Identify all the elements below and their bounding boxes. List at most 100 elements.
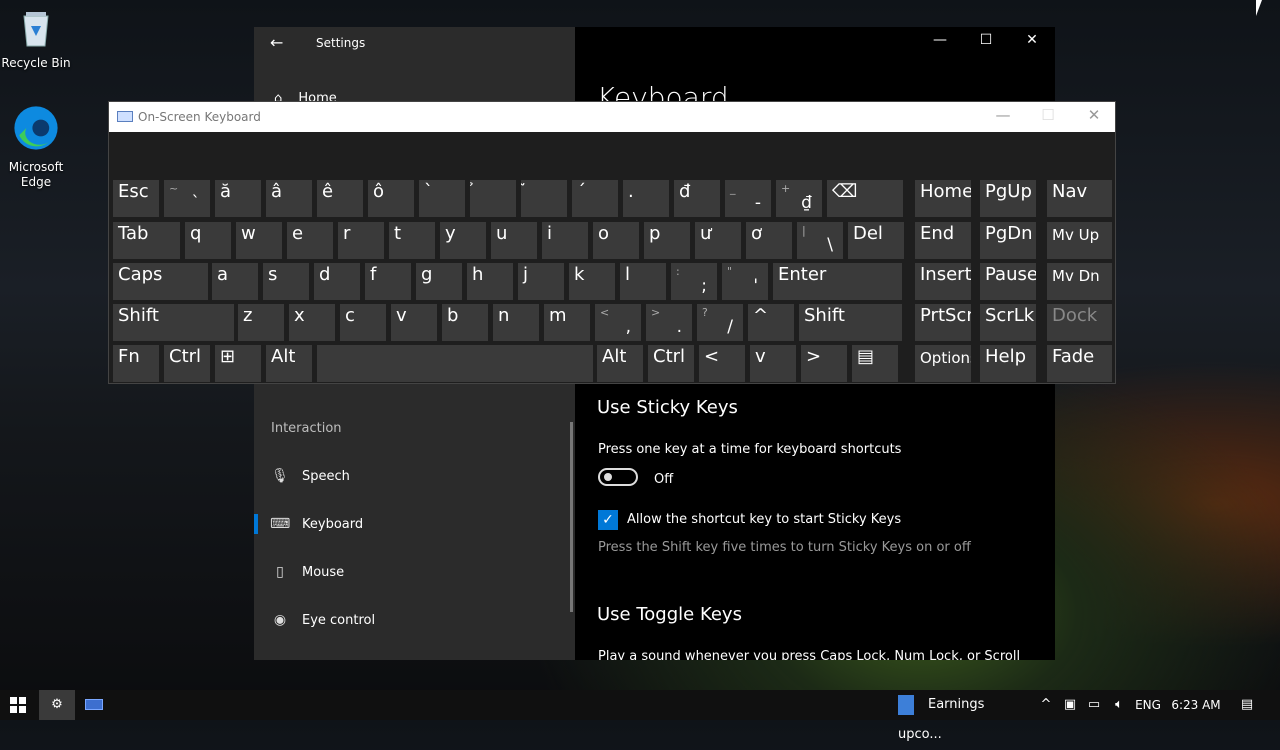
osk-key[interactable]: ScrLk [980, 304, 1036, 341]
osk-key[interactable]: e [287, 222, 333, 259]
osk-key[interactable]: Help [980, 345, 1036, 382]
osk-key[interactable]: ơ [746, 222, 792, 259]
osk-key[interactable]: h [467, 263, 513, 300]
maximize-icon[interactable]: ☐ [974, 32, 998, 48]
osk-key[interactable]: Pause [980, 263, 1036, 300]
osk-key[interactable]: ^ [748, 304, 794, 341]
osk-key[interactable]: PgDn [980, 222, 1036, 259]
minimize-icon[interactable]: — [993, 106, 1013, 124]
news-widget[interactable]: Earnings upco... [898, 690, 1030, 742]
osk-key[interactable]: â [266, 180, 312, 217]
osk-key[interactable]: Alt [597, 345, 643, 382]
osk-key[interactable]: Del [848, 222, 904, 259]
osk-key[interactable]: i [542, 222, 588, 259]
osk-key[interactable]: d [314, 263, 360, 300]
osk-key[interactable]: Caps [113, 263, 208, 300]
osk-key[interactable]: Fn [113, 345, 159, 382]
sidebar-item-eye-control[interactable]: ◉ Eye control [254, 598, 575, 642]
osk-key[interactable]: z [238, 304, 284, 341]
osk-key[interactable]: Ctrl [648, 345, 694, 382]
chevron-up-icon[interactable]: ^ [1036, 690, 1056, 720]
sticky-shortcut-checkbox[interactable]: ✓ [598, 510, 618, 530]
osk-key[interactable]: Esc [113, 180, 159, 217]
osk-key[interactable] [317, 345, 593, 382]
osk-key[interactable]: | \ [797, 222, 843, 259]
osk-key[interactable]: Tab [113, 222, 180, 259]
osk-key[interactable]: " ' [722, 263, 768, 300]
close-icon[interactable]: ✕ [1020, 32, 1044, 48]
osk-key[interactable]: ´ [572, 180, 618, 217]
taskbar-settings-button[interactable]: ⚙ [39, 690, 75, 720]
osk-key[interactable]: f [365, 263, 411, 300]
osk-key[interactable]: w [236, 222, 282, 259]
osk-key[interactable]: ` [419, 180, 465, 217]
taskbar-osk-button[interactable] [76, 690, 112, 720]
desktop-icon-recycle-bin[interactable]: Recycle Bin [1, 8, 71, 71]
osk-key[interactable]: Enter [773, 263, 902, 300]
osk-key[interactable]: < [699, 345, 745, 382]
osk-key[interactable]: r [338, 222, 384, 259]
osk-key[interactable]: Ctrl [164, 345, 210, 382]
osk-key[interactable]: p [644, 222, 690, 259]
osk-key[interactable]: a [212, 263, 258, 300]
osk-key[interactable]: ⌫ [827, 180, 903, 217]
osk-key[interactable]: q [185, 222, 231, 259]
osk-key[interactable]: Options [915, 345, 971, 382]
sidebar-item-mouse[interactable]: ▯ Mouse [254, 550, 575, 594]
language-indicator[interactable]: ENG [1133, 690, 1163, 720]
minimize-icon[interactable]: — [928, 32, 952, 48]
sidebar-item-keyboard[interactable]: ⌨ Keyboard [254, 502, 575, 546]
osk-key[interactable]: ̉ [470, 180, 516, 217]
osk-key[interactable]: v [391, 304, 437, 341]
osk-key[interactable]: Dock [1047, 304, 1112, 341]
osk-key[interactable]: u [491, 222, 537, 259]
start-button[interactable] [0, 690, 36, 720]
sidebar-item-speech[interactable]: 🎙︎ Speech [254, 454, 575, 498]
osk-key[interactable]: s [263, 263, 309, 300]
osk-key[interactable]: ̃ [521, 180, 567, 217]
osk-key[interactable]: Mv Dn [1047, 263, 1112, 300]
osk-key[interactable]: ă [215, 180, 261, 217]
osk-key[interactable]: đ [674, 180, 720, 217]
osk-key[interactable]: ▤ [852, 345, 898, 382]
osk-key[interactable]: x [289, 304, 335, 341]
osk-key[interactable]: ⊞ [215, 345, 261, 382]
osk-key[interactable]: c [340, 304, 386, 341]
osk-key[interactable]: m [544, 304, 590, 341]
back-arrow-icon[interactable]: ← [270, 33, 283, 52]
osk-key[interactable]: >. [646, 304, 692, 341]
osk-key[interactable]: PrtScn [915, 304, 971, 341]
meet-now-icon[interactable]: ▣ [1060, 690, 1080, 720]
desktop-icon-edge[interactable]: Microsoft Edge [1, 104, 71, 190]
network-icon[interactable]: ▭ [1083, 690, 1105, 720]
osk-key[interactable]: ? / [697, 304, 743, 341]
osk-key[interactable]: _ - [725, 180, 771, 217]
osk-key[interactable]: Insert [915, 263, 971, 300]
osk-key[interactable]: Fade [1047, 345, 1112, 382]
osk-key[interactable]: + ₫ [776, 180, 822, 217]
clock[interactable]: 6:23 AM [1166, 690, 1226, 720]
nav-scrollbar[interactable] [570, 422, 573, 612]
osk-key[interactable]: . [623, 180, 669, 217]
osk-key[interactable]: Alt [266, 345, 312, 382]
osk-key[interactable]: l [620, 263, 666, 300]
sticky-keys-toggle[interactable] [598, 468, 638, 486]
osk-key[interactable]: <, [595, 304, 641, 341]
osk-key[interactable]: y [440, 222, 486, 259]
osk-key[interactable]: n [493, 304, 539, 341]
osk-key[interactable]: g [416, 263, 462, 300]
osk-key[interactable]: :; [671, 263, 717, 300]
osk-key[interactable]: ư [695, 222, 741, 259]
action-center-icon[interactable]: ▤ [1236, 690, 1258, 720]
osk-key[interactable]: PgUp [980, 180, 1036, 217]
osk-key[interactable]: Mv Up [1047, 222, 1112, 259]
osk-key[interactable]: v [750, 345, 796, 382]
volume-muted-icon[interactable]: 🔈︎ [1108, 690, 1130, 720]
osk-key[interactable]: j [518, 263, 564, 300]
osk-key[interactable]: ô [368, 180, 414, 217]
osk-key[interactable]: End [915, 222, 971, 259]
osk-key[interactable]: Home [915, 180, 971, 217]
maximize-icon[interactable]: ☐ [1038, 106, 1058, 124]
osk-key[interactable]: Shift [799, 304, 902, 341]
osk-key[interactable]: b [442, 304, 488, 341]
